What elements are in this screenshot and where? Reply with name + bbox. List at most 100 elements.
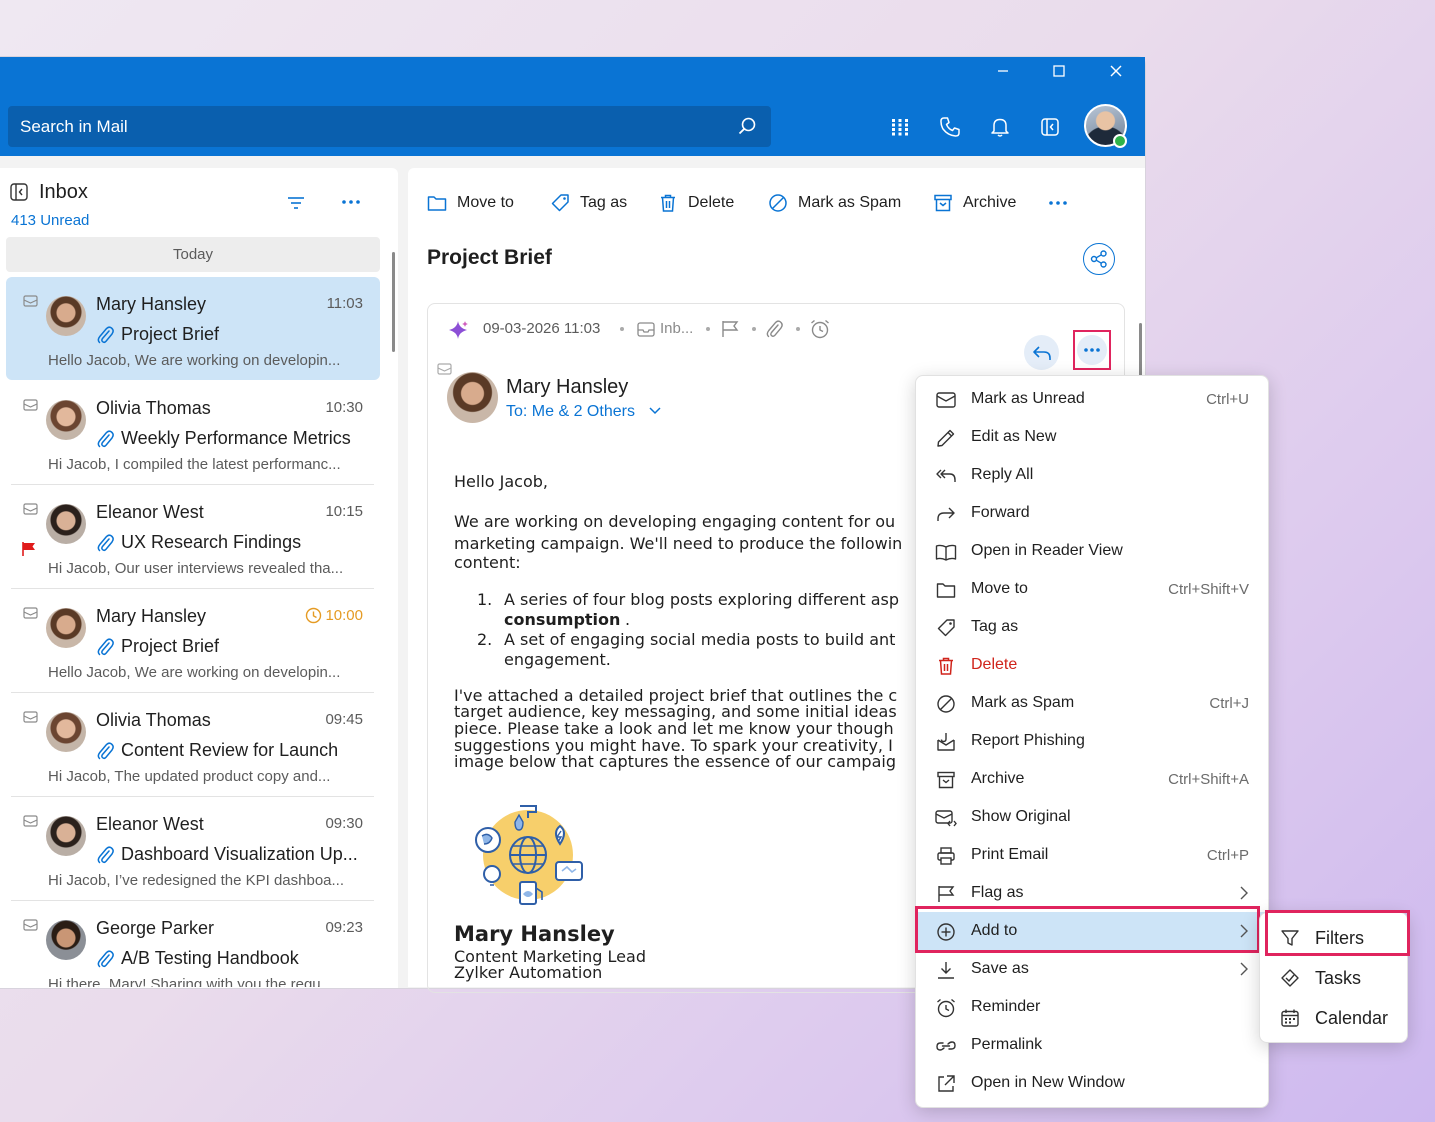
mail-subject: Dashboard Visualization Up...	[121, 844, 358, 864]
email-body-line: We are working on developing engaging co…	[454, 512, 896, 531]
list-item[interactable]: Olivia Thomas 10:30 Weekly Performance M…	[6, 381, 380, 484]
menu-item-print[interactable]: Print Email Ctrl+P	[916, 836, 1270, 874]
email-body-line: marketing campaign. We'll need to produc…	[454, 534, 903, 553]
alarm-icon[interactable]	[809, 318, 831, 340]
date-group-header: Today	[6, 237, 380, 272]
menu-item-edit-as-new[interactable]: Edit as New	[916, 418, 1270, 456]
presence-status-icon	[1113, 134, 1127, 148]
collapse-folders-icon[interactable]	[10, 183, 28, 201]
search-input[interactable]: Search in Mail	[8, 106, 771, 147]
menu-item-reply-all[interactable]: Reply All	[916, 456, 1270, 494]
read-status-icon[interactable]	[23, 815, 38, 827]
menu-item-move-to[interactable]: Move to Ctrl+Shift+V	[916, 570, 1270, 608]
bell-icon[interactable]	[984, 111, 1016, 143]
received-time: 10:30	[325, 399, 363, 416]
maximize-button[interactable]	[1036, 53, 1082, 89]
email-folder[interactable]: Inb...	[660, 320, 693, 337]
reply-button[interactable]	[1024, 335, 1059, 370]
read-status-icon[interactable]	[23, 503, 38, 515]
read-status-icon[interactable]	[23, 919, 38, 931]
highlight-filters	[1265, 910, 1410, 956]
menu-item-mark-spam[interactable]: Mark as Spam Ctrl+J	[916, 684, 1270, 722]
menu-item-forward[interactable]: Forward	[916, 494, 1270, 532]
read-status-icon[interactable]	[23, 399, 38, 411]
menu-item-save-as[interactable]: Save as	[916, 950, 1270, 988]
recipients[interactable]: To: Me & 2 Others	[506, 403, 635, 421]
flag-icon[interactable]	[21, 541, 37, 557]
archive-label: Archive	[963, 194, 1017, 211]
read-status-icon[interactable]	[23, 711, 38, 723]
menu-item-report-phishing[interactable]: Report Phishing	[916, 722, 1270, 760]
move-to-button[interactable]: Move to	[427, 189, 514, 217]
menu-item-permalink[interactable]: Permalink	[916, 1026, 1270, 1064]
external-link-icon	[935, 1073, 957, 1095]
mail-subject: Content Review for Launch	[121, 740, 339, 760]
unread-count[interactable]: 413 Unread	[11, 212, 89, 229]
delete-button[interactable]: Delete	[658, 189, 734, 217]
context-menu: Mark as Unread Ctrl+U Edit as New Reply …	[915, 375, 1270, 1108]
menu-item-delete[interactable]: Delete	[916, 646, 1270, 684]
read-status-icon[interactable]	[23, 295, 38, 307]
email-body-line: content:	[454, 553, 521, 572]
email-body-bold: consumption	[504, 610, 621, 629]
share-button[interactable]	[1083, 243, 1115, 275]
avatar	[46, 400, 86, 440]
toolbar-more-icon[interactable]	[1048, 199, 1068, 207]
list-item[interactable]: Mary Hansley 11:03 Project Brief Hello J…	[6, 277, 380, 380]
flag-outline-icon[interactable]	[720, 319, 740, 339]
sender-avatar[interactable]	[447, 372, 498, 423]
email-body-line: image below that captures the essence of…	[454, 752, 896, 771]
email-date: 09-03-2026 11:03	[483, 320, 601, 337]
message-more-button[interactable]	[1073, 330, 1111, 370]
menu-item-reminder[interactable]: Reminder	[916, 988, 1270, 1026]
close-button[interactable]	[1093, 53, 1139, 89]
reader-scrollbar[interactable]	[1139, 323, 1142, 383]
inbox-tray-icon	[636, 320, 656, 338]
archive-button[interactable]: Archive	[933, 189, 1016, 217]
menu-item-mark-unread[interactable]: Mark as Unread Ctrl+U	[916, 380, 1270, 418]
menu-item-new-window[interactable]: Open in New Window	[916, 1064, 1270, 1102]
mark-spam-button[interactable]: Mark as Spam	[768, 189, 901, 217]
list-item[interactable]: Eleanor West 10:15 UX Research Findings …	[6, 485, 380, 588]
mail-preview: Hi Jacob, Our user interviews revealed t…	[48, 560, 344, 577]
list-item[interactable]: George Parker 09:23 A/B Testing Handbook…	[6, 901, 380, 987]
menu-item-archive[interactable]: Archive Ctrl+Shift+A	[916, 760, 1270, 798]
mail-preview: Hello Jacob, We are working on developin…	[48, 352, 341, 369]
folder-icon	[935, 579, 957, 601]
menu-item-tag-as[interactable]: Tag as	[916, 608, 1270, 646]
minimize-icon	[998, 70, 1008, 72]
ai-sparkle-icon[interactable]	[447, 319, 469, 341]
read-status-icon[interactable]	[437, 363, 452, 375]
folder-icon	[427, 196, 447, 211]
close-icon	[1110, 65, 1122, 77]
minimize-button[interactable]	[980, 53, 1026, 89]
tag-as-label: Tag as	[580, 194, 628, 211]
signature-company: Zylker Automation	[454, 963, 603, 982]
email-subject: Project Brief	[427, 246, 552, 269]
filter-icon[interactable]	[286, 195, 306, 211]
menu-item-show-original[interactable]: Show Original	[916, 798, 1270, 836]
submenu-item-tasks[interactable]: Tasks	[1260, 958, 1409, 998]
read-status-icon[interactable]	[23, 607, 38, 619]
panel-toggle-icon[interactable]	[1034, 111, 1066, 143]
received-time: 11:03	[326, 295, 363, 312]
chevron-down-icon[interactable]	[648, 406, 662, 416]
mail-preview: Hello Jacob, We are working on developin…	[48, 664, 341, 681]
phone-icon[interactable]	[934, 111, 966, 143]
attachment-meta-icon[interactable]	[765, 319, 783, 339]
meta-dot	[796, 327, 800, 331]
list-more-icon[interactable]	[341, 198, 361, 206]
sender-name[interactable]: Mary Hansley	[506, 376, 628, 399]
search-icon[interactable]	[737, 116, 757, 136]
list-item[interactable]: Mary Hansley 10:00 Project Brief Hello J…	[6, 589, 380, 692]
menu-item-reader-view[interactable]: Open in Reader View	[916, 532, 1270, 570]
list-scrollbar[interactable]	[392, 252, 395, 352]
list-item[interactable]: Olivia Thomas 09:45 Content Review for L…	[6, 693, 380, 796]
trash-icon	[661, 194, 675, 212]
attachment-icon	[96, 949, 114, 969]
archive-icon	[935, 769, 957, 791]
apps-grid-icon[interactable]	[884, 111, 916, 143]
tag-as-button[interactable]: Tag as	[550, 189, 627, 217]
submenu-item-calendar[interactable]: Calendar	[1260, 998, 1409, 1038]
list-item[interactable]: Eleanor West 09:30 Dashboard Visualizati…	[6, 797, 380, 900]
